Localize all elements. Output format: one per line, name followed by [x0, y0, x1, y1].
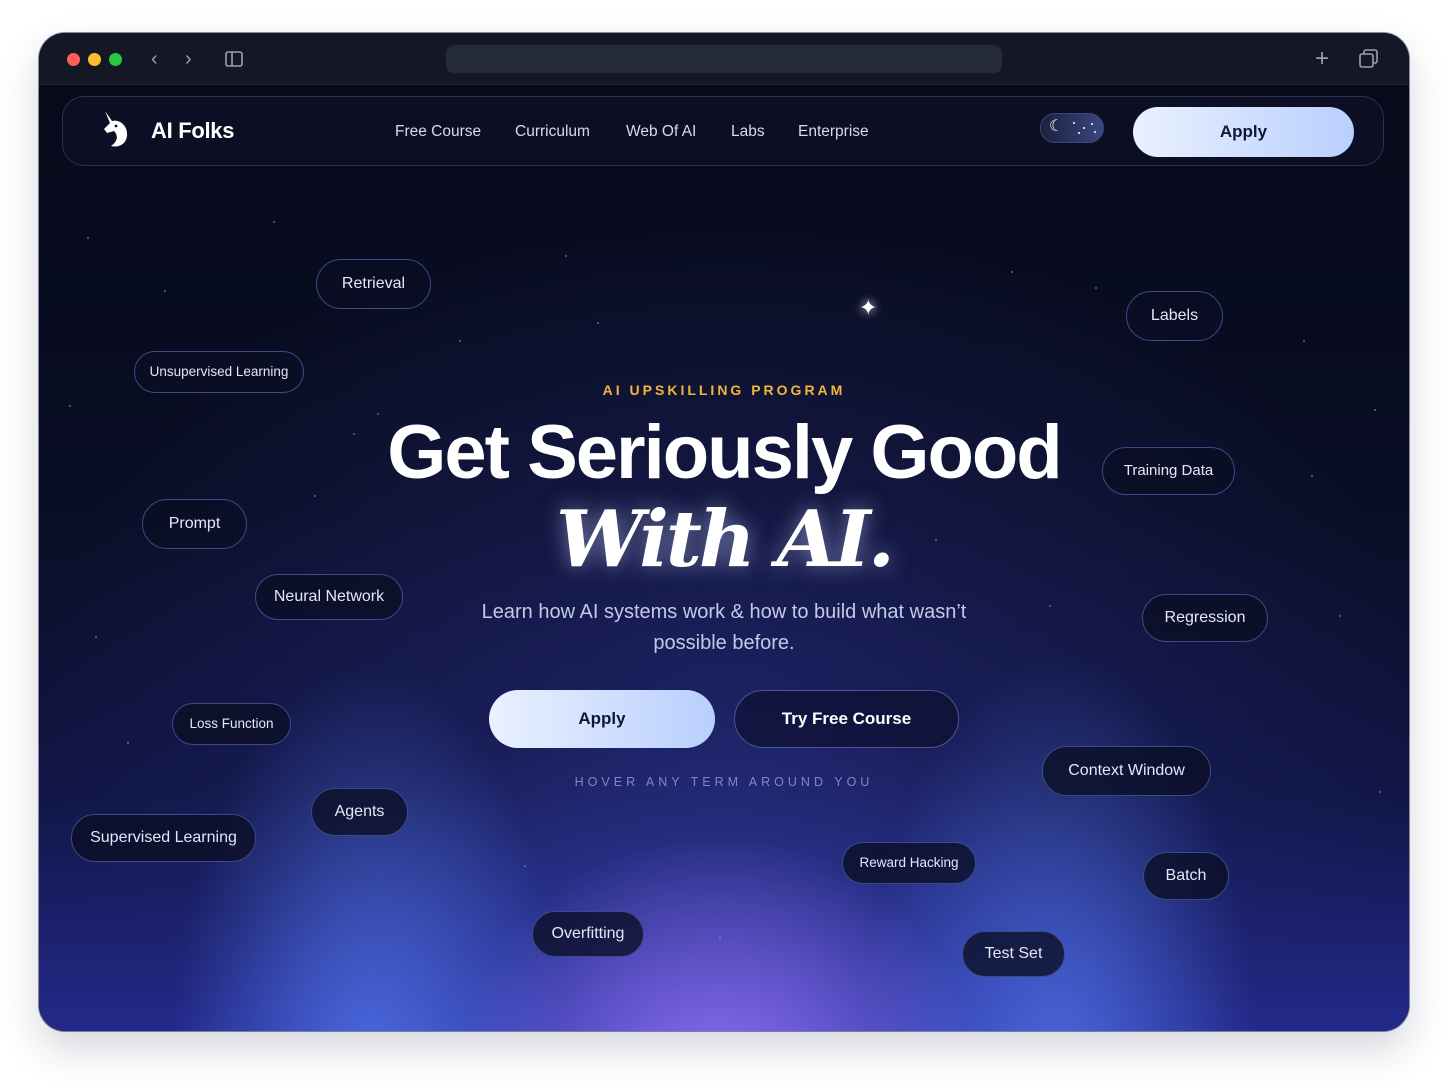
term-chip-regression[interactable]: Regression [1142, 594, 1268, 642]
term-chip-agents[interactable]: Agents [311, 788, 408, 836]
back-icon[interactable]: ‹ [151, 46, 158, 72]
star [95, 636, 97, 638]
unicorn-logo-icon[interactable] [99, 109, 131, 149]
star [524, 865, 526, 867]
star [1049, 605, 1051, 607]
term-chip-batch[interactable]: Batch [1143, 852, 1229, 900]
term-chip-unsupervised-learning[interactable]: Unsupervised Learning [134, 351, 304, 393]
term-chip-retrieval[interactable]: Retrieval [316, 259, 431, 309]
new-tab-icon[interactable]: + [1315, 46, 1329, 72]
nav-link-enterprise[interactable]: Enterprise [798, 123, 869, 141]
star [1374, 409, 1376, 411]
hero-apply-button[interactable]: Apply [489, 690, 715, 748]
term-chip-neural-network[interactable]: Neural Network [255, 574, 403, 620]
close-window-button[interactable] [67, 53, 80, 66]
term-chip-test-set[interactable]: Test Set [962, 931, 1065, 977]
tabs-overview-icon[interactable] [1359, 49, 1378, 75]
top-navigation: AI Folks Free Course Curriculum Web Of A… [62, 96, 1384, 166]
star [69, 405, 71, 407]
star [597, 322, 599, 324]
address-bar[interactable] [446, 45, 1002, 73]
star [565, 255, 567, 257]
nav-link-web-of-ai[interactable]: Web Of AI [626, 123, 696, 141]
browser-titlebar: ‹ › + [39, 33, 1409, 85]
term-chip-context-window[interactable]: Context Window [1042, 746, 1211, 796]
nav-link-free-course[interactable]: Free Course [395, 123, 481, 141]
term-chip-overfitting[interactable]: Overfitting [532, 911, 644, 957]
star [87, 237, 89, 239]
star [1339, 615, 1341, 617]
sidebar-icon[interactable] [225, 48, 243, 74]
star [1303, 340, 1305, 342]
nav-apply-button[interactable]: Apply [1133, 107, 1354, 157]
moon-icon: ☾ [1049, 118, 1064, 135]
try-free-course-button[interactable]: Try Free Course [734, 690, 959, 748]
star [1095, 287, 1097, 289]
term-chip-training-data[interactable]: Training Data [1102, 447, 1235, 495]
maximize-window-button[interactable] [109, 53, 122, 66]
star [127, 742, 129, 744]
term-chip-supervised-learning[interactable]: Supervised Learning [71, 814, 256, 862]
term-chip-reward-hacking[interactable]: Reward Hacking [842, 842, 976, 884]
hero-headline-accent: With AI. [556, 494, 895, 585]
nav-link-curriculum[interactable]: Curriculum [515, 123, 590, 141]
sparkle-icon: ✦ [859, 295, 878, 320]
star [273, 221, 275, 223]
hero-subtitle: Learn how AI systems work & how to build… [481, 601, 967, 654]
star [459, 340, 461, 342]
forward-icon[interactable]: › [185, 46, 192, 72]
brand-name[interactable]: AI Folks [151, 118, 234, 144]
star [1379, 791, 1381, 793]
term-chip-loss-function[interactable]: Loss Function [172, 703, 291, 745]
term-chip-labels[interactable]: Labels [1126, 291, 1223, 341]
browser-window: ‹ › + AI Folks Free Course Curriculum We… [39, 33, 1409, 1031]
term-chip-prompt[interactable]: Prompt [142, 499, 247, 549]
theme-toggle[interactable]: ☾ [1040, 113, 1104, 143]
star [1011, 271, 1013, 273]
nav-link-labs[interactable]: Labs [731, 123, 765, 141]
page-content: AI Folks Free Course Curriculum Web Of A… [39, 85, 1409, 1031]
minimize-window-button[interactable] [88, 53, 101, 66]
star [719, 937, 721, 939]
star [164, 290, 166, 292]
